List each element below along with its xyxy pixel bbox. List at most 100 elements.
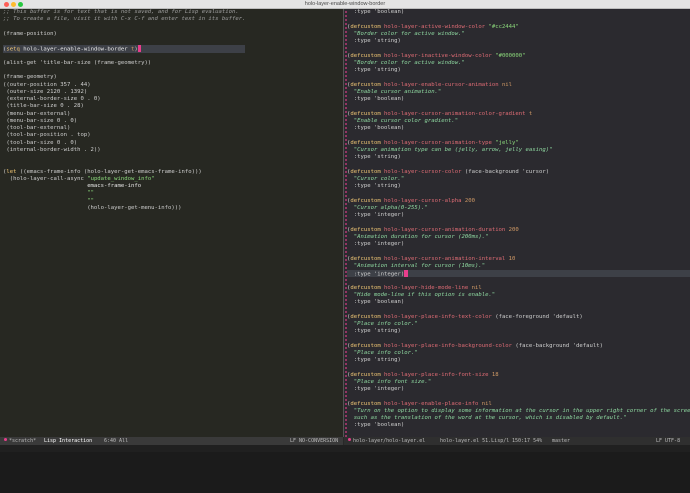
code-line[interactable]: (defcustom holo-layer-enable-place-info …: [347, 401, 690, 408]
code-line[interactable]: [347, 219, 690, 226]
code-line[interactable]: [347, 190, 690, 197]
code-line[interactable]: (holo-layer-call-async "update_window_in…: [3, 176, 245, 183]
code-line[interactable]: (defcustom holo-layer-place-info-font-si…: [347, 372, 690, 379]
code-line[interactable]: (title-bar-size 0 . 28): [3, 103, 245, 110]
holo-layer-buffer-text[interactable]: :type 'boolean) (defcustom holo-layer-ac…: [347, 9, 690, 437]
code-line[interactable]: "Hide mode-line if this option is enable…: [347, 292, 690, 299]
code-line[interactable]: "": [3, 198, 245, 205]
code-line[interactable]: (defcustom holo-layer-enable-cursor-anim…: [347, 82, 690, 89]
code-line[interactable]: [347, 306, 690, 313]
code-line[interactable]: :type 'integer): [347, 386, 690, 393]
code-line[interactable]: [347, 45, 690, 52]
code-line[interactable]: "Enable cursor animation.": [347, 89, 690, 96]
code-line[interactable]: "": [3, 190, 245, 197]
modeline-encoding[interactable]: LF UTF-8: [656, 437, 680, 445]
code-line[interactable]: :type 'boolean): [347, 96, 690, 103]
code-line[interactable]: "Cursor animation type can be (jelly, ar…: [347, 147, 690, 154]
echo-area[interactable]: [0, 445, 690, 452]
code-line[interactable]: (defcustom holo-layer-place-info-text-co…: [347, 314, 690, 321]
code-line[interactable]: (defcustom holo-layer-active-window-colo…: [347, 24, 690, 31]
modeline-left[interactable]: *scratch* Lisp Interaction 6:40 All LF N…: [0, 437, 343, 445]
code-line[interactable]: (setq holo-layer-enable-window-border t): [3, 45, 245, 52]
code-line[interactable]: "Place info font size.": [347, 379, 690, 386]
code-line[interactable]: [3, 24, 245, 31]
code-line[interactable]: [347, 393, 690, 400]
code-line[interactable]: (frame-geometry): [3, 74, 245, 81]
code-line[interactable]: :type 'boolean): [347, 422, 690, 429]
code-line[interactable]: (tool-bar-size 0 . 0): [3, 140, 245, 147]
code-line[interactable]: [3, 154, 245, 161]
code-line[interactable]: ;; To create a file, visit it with C-x C…: [3, 16, 245, 23]
modeline-git-branch[interactable]: master: [552, 437, 570, 445]
code-line[interactable]: ;; This buffer is for text that is not s…: [3, 9, 245, 16]
code-line[interactable]: (defcustom holo-layer-cursor-color (face…: [347, 169, 690, 176]
code-line[interactable]: (tool-bar-position . top): [3, 132, 245, 139]
code-line[interactable]: [347, 277, 690, 284]
code-line[interactable]: emacs-frame-info: [3, 183, 245, 190]
code-line[interactable]: ((outer-position 357 . 44): [3, 82, 245, 89]
code-line[interactable]: "Cursor color.": [347, 176, 690, 183]
scratch-buffer-text[interactable]: ;; This buffer is for text that is not s…: [3, 9, 245, 212]
code-line[interactable]: (defcustom holo-layer-inactive-window-co…: [347, 53, 690, 60]
code-line[interactable]: [347, 364, 690, 371]
code-line[interactable]: :type 'boolean): [347, 299, 690, 306]
code-line[interactable]: "Border color for active window.": [347, 60, 690, 67]
code-line[interactable]: :type 'integer): [347, 241, 690, 248]
code-line[interactable]: (tool-bar-external): [3, 125, 245, 132]
code-line[interactable]: [347, 430, 690, 437]
code-line[interactable]: (defcustom holo-layer-cursor-animation-t…: [347, 140, 690, 147]
code-line[interactable]: (outer-size 2120 . 1392): [3, 89, 245, 96]
code-line[interactable]: (alist-get 'title-bar-size (frame-geomet…: [3, 60, 245, 67]
code-line[interactable]: :type 'string): [347, 67, 690, 74]
modeline-major-mode[interactable]: Lisp Interaction: [44, 437, 92, 445]
code-line[interactable]: (defcustom holo-layer-cursor-alpha 200: [347, 198, 690, 205]
code-line[interactable]: [347, 335, 690, 342]
code-line[interactable]: :type 'integer): [347, 212, 690, 219]
code-line[interactable]: (defcustom holo-layer-hide-mode-line nil: [347, 285, 690, 292]
code-line[interactable]: [3, 67, 245, 74]
code-line[interactable]: (defcustom holo-layer-cursor-animation-d…: [347, 227, 690, 234]
code-line[interactable]: such as the translation of the word at t…: [347, 415, 690, 422]
code-line[interactable]: "Place info color.": [347, 350, 690, 357]
code-line[interactable]: :type 'string): [347, 183, 690, 190]
code-line[interactable]: [3, 161, 245, 168]
code-line[interactable]: (defcustom holo-layer-cursor-animation-c…: [347, 111, 690, 118]
code-line[interactable]: "Animation interval for cursor (10ms).": [347, 263, 690, 270]
code-line[interactable]: [347, 161, 690, 168]
code-line[interactable]: (holo-layer-get-menu-info))): [3, 205, 245, 212]
code-line[interactable]: (external-border-size 0 . 0): [3, 96, 245, 103]
code-token: :type 'integer): [347, 272, 404, 278]
scratch-buffer-pane[interactable]: ;; This buffer is for text that is not s…: [0, 9, 343, 437]
code-line[interactable]: (internal-border-width . 2)): [3, 147, 245, 154]
code-line[interactable]: "Place info color.": [347, 321, 690, 328]
code-line[interactable]: "Border color for active window.": [347, 31, 690, 38]
code-line[interactable]: :type 'string): [347, 154, 690, 161]
modeline-right[interactable]: holo-layer/holo-layer.el holo-layer.el 5…: [344, 437, 690, 445]
code-line[interactable]: :type 'string): [347, 328, 690, 335]
code-line[interactable]: :type 'boolean): [347, 125, 690, 132]
code-line[interactable]: [3, 53, 245, 60]
code-line[interactable]: :type 'integer): [347, 270, 690, 277]
code-line[interactable]: "Animation duration for cursor (200ms).": [347, 234, 690, 241]
code-line[interactable]: [347, 103, 690, 110]
code-line[interactable]: (defcustom holo-layer-cursor-animation-i…: [347, 256, 690, 263]
code-line[interactable]: [3, 38, 245, 45]
code-line[interactable]: :type 'string): [347, 357, 690, 364]
code-line[interactable]: (frame-position): [3, 31, 245, 38]
holo-layer-buffer-pane[interactable]: :type 'boolean) (defcustom holo-layer-ac…: [344, 9, 690, 437]
code-line[interactable]: :type 'boolean): [347, 9, 690, 16]
code-line[interactable]: "Enable cursor color gradient.": [347, 118, 690, 125]
code-line[interactable]: [347, 132, 690, 139]
code-line[interactable]: "Cursor alpha(0-255).": [347, 205, 690, 212]
code-line[interactable]: "Turn on the option to display some info…: [347, 408, 690, 415]
code-line[interactable]: (menu-bar-external): [3, 111, 245, 118]
code-line[interactable]: (menu-bar-size 0 . 0): [3, 118, 245, 125]
code-line[interactable]: (defcustom holo-layer-place-info-backgro…: [347, 343, 690, 350]
code-line[interactable]: [347, 74, 690, 81]
modeline-encoding[interactable]: LF NO-CONVERSION: [290, 437, 338, 445]
code-line[interactable]: :type 'string): [347, 38, 690, 45]
code-line[interactable]: (let ((emacs-frame-info (holo-layer-get-…: [3, 169, 245, 176]
window-title: holo-layer-enable-window-border: [0, 1, 690, 8]
code-line[interactable]: [347, 248, 690, 255]
code-line[interactable]: [347, 16, 690, 23]
